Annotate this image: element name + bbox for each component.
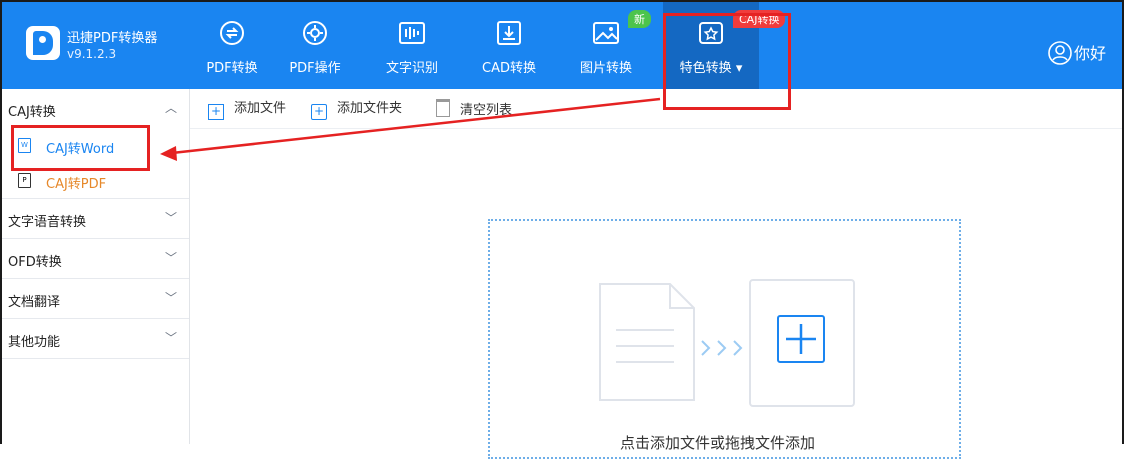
annotation-arrow-icon	[160, 97, 661, 161]
